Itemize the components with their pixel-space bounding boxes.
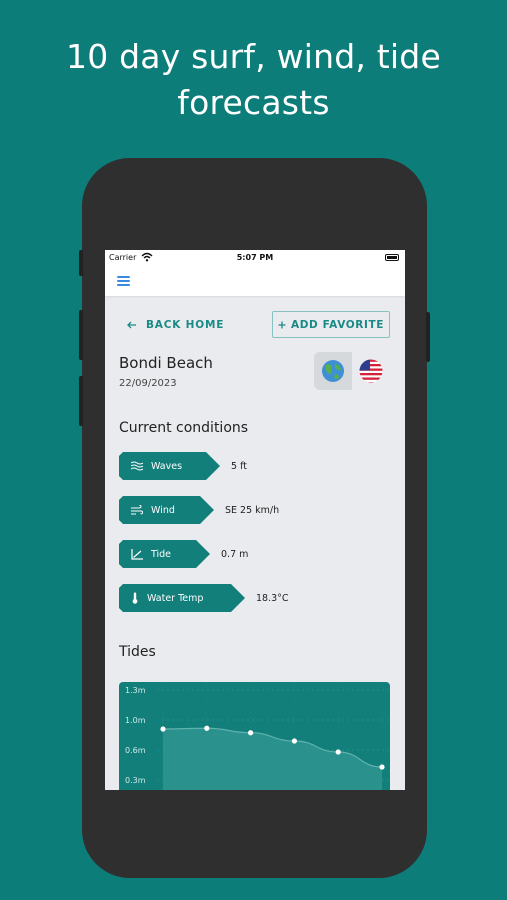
y-tick-label: 1.0m (125, 716, 146, 725)
condition-waves: Waves 5 ft (119, 452, 247, 480)
top-navbar (105, 266, 405, 296)
condition-water-temp-tag: Water Temp (119, 584, 245, 612)
condition-tide-tag: Tide (119, 540, 210, 568)
promo-headline: 10 day surf, wind, tide forecasts (0, 34, 507, 126)
condition-tide-value: 0.7 m (221, 548, 249, 560)
current-conditions-title: Current conditions (119, 420, 249, 436)
condition-water-temp: Water Temp 18.3°C (119, 584, 289, 612)
condition-water-temp-label: Water Temp (147, 592, 204, 604)
tide-point (204, 725, 210, 731)
status-time: 5:07 PM (236, 253, 274, 262)
tide-point (335, 749, 341, 755)
condition-tide-label: Tide (151, 548, 172, 560)
globe-toggle-button[interactable] (314, 352, 352, 390)
status-bar: Carrier 5:07 PM (105, 250, 405, 266)
waves-icon (131, 461, 143, 471)
hamburger-menu-icon[interactable] (117, 276, 130, 286)
condition-tide: Tide 0.7 m (119, 540, 248, 568)
app-screen: Carrier 5:07 PM BACK HOME ADD FAVORITE B… (105, 250, 405, 790)
tide-chart-icon (131, 549, 143, 560)
unit-toggle-button[interactable] (352, 352, 390, 390)
y-tick-label: 0.6m (125, 746, 146, 755)
tides-chart-svg: 1.3m 1.0m 0.6m 0.3m (125, 682, 390, 790)
back-home-button[interactable]: BACK HOME (127, 316, 224, 334)
headline-line-2: forecasts (177, 83, 330, 122)
phone-volume-down (79, 376, 83, 426)
tides-chart: 1.3m 1.0m 0.6m 0.3m (119, 682, 390, 790)
condition-water-temp-value: 18.3°C (256, 592, 289, 604)
arrow-left-icon (127, 321, 136, 329)
condition-wind: Wind SE 25 km/h (119, 496, 279, 524)
phone-volume-up (79, 310, 83, 360)
wind-icon (131, 505, 143, 515)
condition-wind-tag: Wind (119, 496, 214, 524)
battery-icon (385, 254, 399, 261)
headline-line-1: 10 day surf, wind, tide (66, 37, 441, 76)
tide-point (248, 730, 254, 736)
condition-waves-value: 5 ft (231, 460, 247, 472)
thermometer-icon (131, 592, 139, 604)
add-favorite-label: ADD FAVORITE (291, 318, 384, 331)
forecast-date: 22/09/2023 (119, 378, 177, 389)
tide-point (379, 764, 385, 770)
tides-title: Tides (119, 644, 156, 660)
tide-point (160, 726, 166, 732)
add-favorite-button[interactable]: ADD FAVORITE (272, 311, 390, 338)
condition-waves-tag: Waves (119, 452, 220, 480)
phone-side-button (79, 250, 83, 276)
y-tick-label: 1.3m (125, 686, 146, 695)
condition-wind-label: Wind (151, 504, 175, 516)
beach-name: Bondi Beach (119, 354, 213, 372)
phone-power-button (426, 312, 430, 362)
us-flag-icon (359, 359, 383, 383)
condition-waves-label: Waves (151, 460, 183, 472)
plus-icon (278, 321, 286, 328)
globe-icon (322, 360, 344, 382)
back-home-label: BACK HOME (146, 319, 225, 331)
tide-point (291, 738, 297, 744)
condition-wind-value: SE 25 km/h (225, 504, 280, 516)
y-tick-label: 0.3m (125, 776, 146, 785)
